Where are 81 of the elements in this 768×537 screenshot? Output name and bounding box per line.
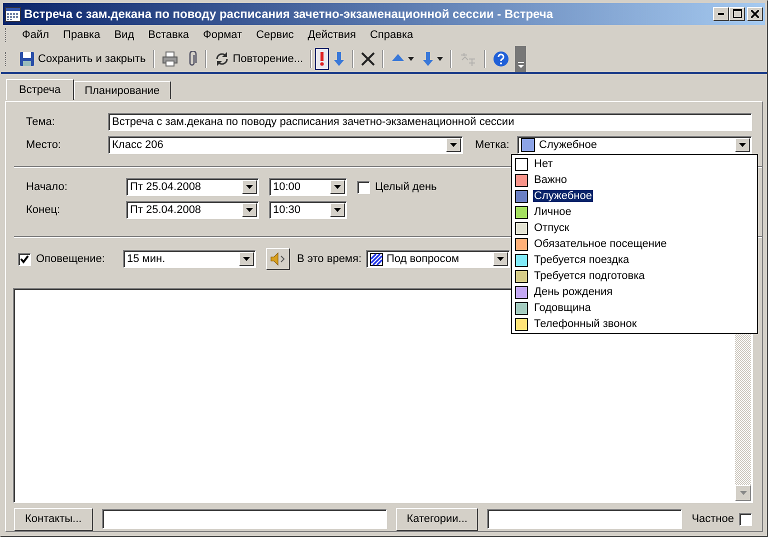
- time-combo[interactable]: 10:30: [269, 201, 347, 220]
- label-option[interactable]: Отпуск: [512, 220, 757, 236]
- option-text: Требуется поездка: [533, 254, 630, 266]
- caret-icon[interactable]: [246, 208, 253, 212]
- categories-button[interactable]: Категории...: [396, 508, 478, 531]
- label-option[interactable]: Обязательное посещение: [512, 236, 757, 252]
- label-option[interactable]: Служебное: [512, 188, 757, 204]
- field-label: Метка:: [475, 139, 510, 152]
- maximize-button[interactable]: [729, 6, 745, 21]
- menu-item[interactable]: Вставка: [141, 27, 196, 44]
- option-text: Обязательное посещение: [533, 238, 668, 250]
- checkbox-label: Целый день: [375, 181, 437, 194]
- date-combo[interactable]: Пт 25.04.2008: [126, 201, 259, 220]
- menu-item[interactable]: Вид: [107, 27, 142, 44]
- option-text: Важно: [533, 174, 568, 186]
- location-combo[interactable]: Класс 206: [108, 136, 463, 154]
- field-label: Тема:: [25, 116, 56, 128]
- field-label: Начало:: [25, 181, 68, 194]
- option-text: Отпуск: [533, 222, 570, 234]
- menu-item[interactable]: Формат: [196, 27, 250, 44]
- menu-item[interactable]: Правка: [56, 27, 108, 44]
- tab[interactable]: Планирование: [74, 81, 171, 100]
- maximize-icon[interactable]: [732, 9, 742, 18]
- private-checkbox[interactable]: [739, 512, 752, 526]
- exclamation-icon[interactable]: [315, 48, 330, 70]
- label-option[interactable]: Нет: [512, 156, 757, 172]
- option-text: Личное: [533, 206, 572, 218]
- checkmark-icon: [20, 254, 29, 264]
- option-text: День рождения: [533, 286, 614, 298]
- option-text: Служебное: [533, 190, 593, 202]
- option-text: Телефонный звонок: [533, 318, 638, 330]
- all-day-checkbox[interactable]: [357, 180, 370, 194]
- contacts-button[interactable]: Контакты...: [14, 508, 93, 531]
- minimize-icon[interactable]: [718, 12, 724, 15]
- time-combo[interactable]: 10:00: [269, 178, 347, 196]
- circular-arrows-icon: [214, 51, 230, 68]
- field-label: В это время:: [297, 253, 362, 266]
- caret-icon[interactable]: [243, 257, 250, 262]
- close-icon[interactable]: [751, 10, 759, 18]
- label-option[interactable]: День рождения: [512, 284, 757, 300]
- caret-icon[interactable]: [334, 208, 341, 212]
- recurrence-button[interactable]: Повторение...: [210, 48, 308, 70]
- show-as-combo[interactable]: Под вопросом: [366, 250, 510, 268]
- checkbox-label: Частное: [692, 513, 734, 526]
- date-combo[interactable]: Пт 25.04.2008: [126, 178, 259, 196]
- contacts-field[interactable]: [102, 509, 387, 530]
- close-button[interactable]: [747, 6, 763, 21]
- field-label: Конец:: [25, 204, 62, 216]
- caret-icon[interactable]: [496, 257, 504, 262]
- minimize-button[interactable]: [713, 6, 729, 21]
- label-option[interactable]: Важно: [512, 172, 757, 188]
- menu-item[interactable]: Сервис: [249, 27, 301, 44]
- toolbar-overflow-icon[interactable]: [515, 46, 526, 72]
- tab[interactable]: Встреча: [6, 79, 74, 100]
- categories-field[interactable]: [487, 509, 682, 530]
- label-option[interactable]: Годовщина: [512, 300, 757, 316]
- window-title: Встреча с зам.декана по поводу расписания зачетно-экзаменационной сессии - Встреча: [24, 6, 554, 21]
- label-option[interactable]: Требуется поездка: [512, 252, 757, 268]
- caret-icon[interactable]: [334, 185, 341, 190]
- label-option[interactable]: Требуется подготовка: [512, 268, 757, 284]
- caret-icon[interactable]: [450, 143, 457, 148]
- calendar-icon: [5, 6, 21, 22]
- hatched-square-icon: [370, 252, 383, 266]
- save-and-close-button[interactable]: Сохранить и закрыть: [15, 48, 150, 70]
- checkbox-label: Оповещение:: [36, 253, 106, 266]
- label-option[interactable]: Личное: [512, 204, 757, 220]
- option-text: Годовщина: [533, 302, 592, 314]
- option-text: Требуется подготовка: [533, 270, 646, 282]
- subject-field[interactable]: Встреча с зам.декана по поводу расписания зачетно-экзаменационной сессии: [108, 113, 752, 132]
- field-label: Место:: [25, 139, 62, 152]
- reminder-combo[interactable]: 15 мин.: [123, 250, 256, 268]
- label-option[interactable]: Телефонный звонок: [512, 316, 757, 332]
- option-text: Нет: [533, 158, 554, 170]
- reminder-checkbox[interactable]: [18, 252, 31, 266]
- caret-icon[interactable]: [739, 143, 746, 148]
- speaker-icon[interactable]: [266, 248, 290, 270]
- caret-icon[interactable]: [246, 185, 253, 190]
- menu-item[interactable]: Справка: [362, 27, 420, 44]
- menu-item[interactable]: Файл: [15, 27, 56, 44]
- label-combo[interactable]: Служебное: [517, 136, 752, 154]
- menu-item[interactable]: Действия: [300, 27, 363, 44]
